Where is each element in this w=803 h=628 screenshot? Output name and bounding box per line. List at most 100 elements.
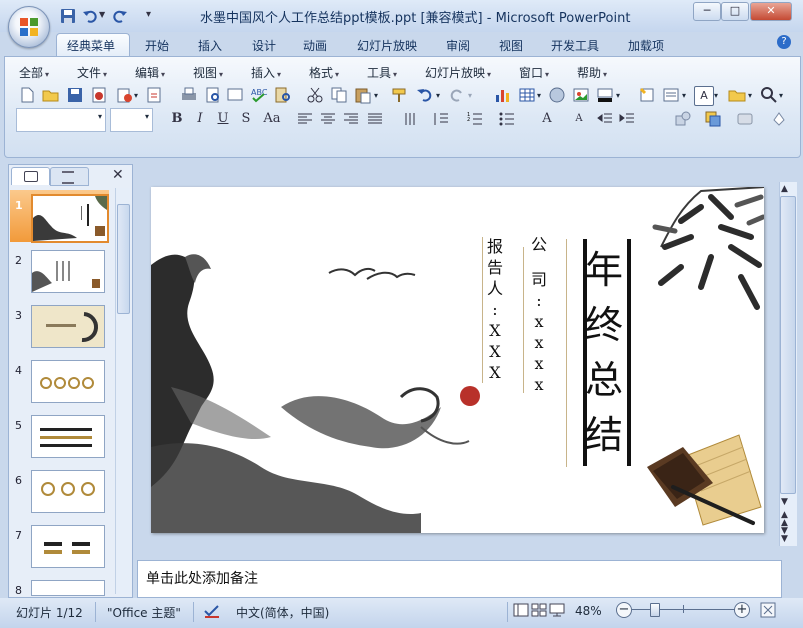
help-icon[interactable]: ? xyxy=(777,35,791,49)
chevron-down-icon[interactable]: ▾ xyxy=(748,91,752,100)
bold-button[interactable]: B xyxy=(168,110,186,128)
paste-icon[interactable] xyxy=(354,86,372,104)
slide-main-title[interactable]: 年 终 总 结 xyxy=(585,243,623,463)
tab-animation[interactable]: 动画 xyxy=(303,36,327,56)
copy-icon[interactable] xyxy=(330,86,348,104)
bullets-icon[interactable] xyxy=(498,110,516,128)
slide-thumbnail-1[interactable] xyxy=(31,194,109,243)
tab-design[interactable]: 设计 xyxy=(252,36,276,56)
tab-home[interactable]: 开始 xyxy=(145,36,169,56)
zoom-icon[interactable] xyxy=(760,86,778,104)
align-center-icon[interactable] xyxy=(319,110,337,128)
text-box-icon[interactable]: A xyxy=(694,86,714,106)
zoom-slider-thumb[interactable] xyxy=(649,603,660,617)
slide-thumbnail-8[interactable] xyxy=(31,580,105,596)
tab-developer[interactable]: 开发工具 xyxy=(551,36,599,56)
zoom-level[interactable]: 48% xyxy=(575,604,602,618)
chevron-down-icon[interactable]: ▾ xyxy=(134,91,138,100)
slide-sorter-icon[interactable] xyxy=(531,603,547,617)
align-left-icon[interactable] xyxy=(296,110,314,128)
layout-icon[interactable] xyxy=(662,86,680,104)
tab-slideshow[interactable]: 幻灯片放映 xyxy=(357,36,417,56)
tab-outline[interactable] xyxy=(50,167,89,186)
shadow-button[interactable]: S xyxy=(237,110,255,128)
menu-slideshow[interactable]: 幻灯片放映 xyxy=(425,66,485,80)
zoom-in-button[interactable]: + xyxy=(734,602,750,618)
print-icon[interactable] xyxy=(180,86,198,104)
menu-window[interactable]: 窗口 xyxy=(519,66,543,80)
chevron-down-icon[interactable]: ▾ xyxy=(537,91,541,100)
theme-name[interactable]: "Office 主题" xyxy=(107,604,181,621)
slide-thumbnail-3[interactable] xyxy=(31,305,105,348)
email-icon[interactable] xyxy=(116,86,134,104)
chevron-down-icon[interactable]: ▾ xyxy=(779,91,783,100)
spelling-icon[interactable]: ABC xyxy=(250,86,268,104)
print-preview-icon[interactable] xyxy=(204,86,222,104)
menu-view[interactable]: 视图 xyxy=(193,66,217,80)
menu-insert[interactable]: 插入 xyxy=(251,66,275,80)
font-size-combo[interactable]: ▾ xyxy=(110,108,153,132)
menu-all[interactable]: 全部 xyxy=(19,66,43,80)
chevron-down-icon[interactable]: ▾ xyxy=(374,91,378,100)
shapes-icon[interactable] xyxy=(674,110,692,128)
line-spacing-icon[interactable] xyxy=(432,110,450,128)
zoom-slider-track[interactable] xyxy=(632,609,736,610)
slide-thumbnail-4[interactable] xyxy=(31,360,105,403)
save-icon[interactable] xyxy=(60,8,76,24)
fill-color-icon[interactable] xyxy=(596,86,614,104)
close-panel-icon[interactable]: ✕ xyxy=(112,167,124,183)
format-painter-icon[interactable] xyxy=(390,86,408,104)
menu-tools[interactable]: 工具 xyxy=(367,66,391,80)
undo-icon[interactable] xyxy=(82,8,98,24)
decrease-font-icon[interactable]: A xyxy=(570,110,588,128)
menu-help[interactable]: 帮助 xyxy=(577,66,601,80)
font-name-combo[interactable]: ▾ xyxy=(16,108,106,132)
underline-button[interactable]: U xyxy=(214,110,232,128)
tab-slides[interactable] xyxy=(11,167,50,185)
arrange-icon[interactable] xyxy=(704,110,722,128)
slide-thumbnail-5[interactable] xyxy=(31,415,105,458)
panel-scroll-thumb[interactable] xyxy=(117,204,130,314)
decrease-indent-icon[interactable] xyxy=(596,110,614,128)
numbering-icon[interactable]: 12 xyxy=(466,110,484,128)
research-icon[interactable] xyxy=(274,86,292,104)
language-indicator[interactable]: 中文(简体，中国) xyxy=(236,604,329,621)
increase-font-icon[interactable]: A xyxy=(538,110,556,128)
zoom-out-button[interactable]: − xyxy=(616,602,632,618)
undo-icon[interactable] xyxy=(416,86,434,104)
insert-picture-icon[interactable] xyxy=(572,86,590,104)
menu-file[interactable]: 文件 xyxy=(77,66,101,80)
tab-view[interactable]: 视图 xyxy=(499,36,523,56)
shape-fill-icon[interactable] xyxy=(770,110,788,128)
insert-chart-icon[interactable] xyxy=(494,86,512,104)
text-direction-icon[interactable] xyxy=(402,110,420,128)
next-slide-icon[interactable]: ▼ ▼ xyxy=(781,527,788,544)
spell-check-icon[interactable] xyxy=(203,603,221,619)
change-case-button[interactable]: Aa xyxy=(260,110,284,128)
insert-table-icon[interactable] xyxy=(518,86,536,104)
chevron-down-icon[interactable]: ▾ xyxy=(616,91,620,100)
slide-thumbnail-6[interactable] xyxy=(31,470,105,513)
tab-addins[interactable]: 加载项 xyxy=(628,36,664,56)
tab-review[interactable]: 审阅 xyxy=(446,36,470,56)
slide-canvas[interactable]: 年 终 总 结 公 司 : x x x x 报 告 人 : X X X xyxy=(151,187,764,533)
minimize-button[interactable]: ─ xyxy=(693,2,721,21)
chevron-down-icon[interactable]: ▾ xyxy=(436,91,440,100)
scroll-up-icon[interactable]: ▲ xyxy=(781,184,788,194)
new-icon[interactable] xyxy=(18,86,36,104)
italic-button[interactable]: I xyxy=(191,110,209,128)
maximize-button[interactable]: □ xyxy=(721,2,749,21)
quick-styles-icon[interactable] xyxy=(736,110,754,128)
menu-format[interactable]: 格式 xyxy=(309,66,333,80)
previous-slide-icon[interactable]: ▲ ▲ xyxy=(781,511,788,528)
notes-placeholder[interactable]: 单击此处添加备注 xyxy=(146,568,258,588)
folder-icon[interactable] xyxy=(728,86,746,104)
tab-insert[interactable]: 插入 xyxy=(198,36,222,56)
increase-indent-icon[interactable] xyxy=(618,110,636,128)
undo-dropdown-icon[interactable]: ▼ xyxy=(99,10,105,19)
scroll-down-icon[interactable]: ▼ xyxy=(781,497,788,507)
fit-to-window-icon[interactable] xyxy=(760,602,776,618)
close-button[interactable]: ✕ xyxy=(750,2,792,21)
chevron-down-icon[interactable]: ▾ xyxy=(714,91,718,100)
pdf-icon[interactable] xyxy=(145,86,163,104)
